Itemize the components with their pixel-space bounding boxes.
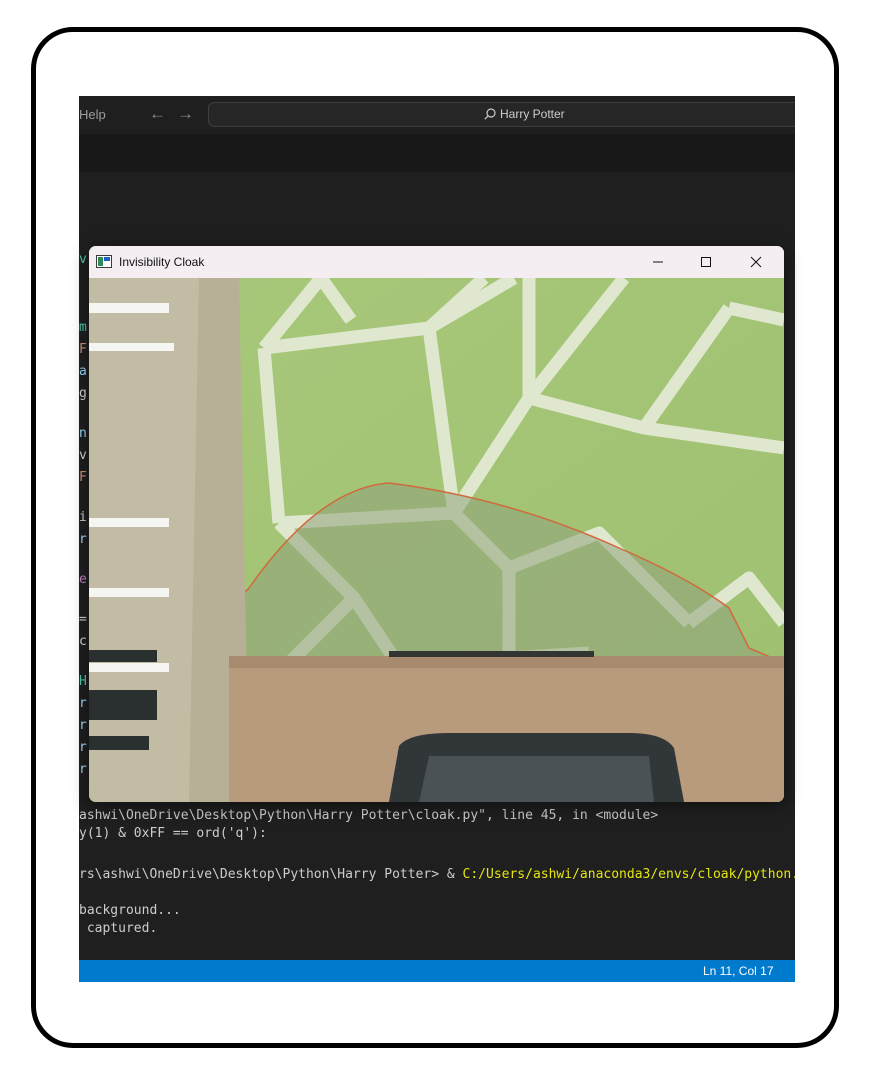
webcam-feed-image (89, 278, 784, 802)
terminal-command-path: C:/Users/ashwi/anaconda3/envs/cloak/pyth… (462, 867, 795, 882)
code-fragment: r (79, 696, 87, 711)
terminal-line: rs\ashwi\OneDrive\Desktop\Python\Harry P… (79, 867, 795, 882)
code-fragment: v (79, 448, 87, 463)
editor-tab-bar (79, 134, 795, 172)
code-fragment: a (79, 364, 87, 379)
terminal-line: ashwi\OneDrive\Desktop\Python\Harry Pott… (79, 808, 659, 823)
search-text: Harry Potter (500, 107, 565, 121)
search-icon (484, 108, 496, 120)
code-fragment: r (79, 718, 87, 733)
code-fragment: g (79, 386, 87, 401)
terminal-line: captured. (79, 921, 158, 936)
code-fragment: c (79, 634, 87, 649)
command-center-search[interactable]: Harry Potter (208, 102, 795, 127)
minimize-button[interactable] (635, 246, 681, 278)
minimize-icon (653, 261, 663, 263)
code-fragment: r (79, 762, 87, 777)
code-fragment: m (79, 320, 87, 335)
code-fragment: r (79, 532, 87, 547)
maximize-button[interactable] (683, 246, 729, 278)
code-fragment: = (79, 612, 87, 627)
code-fragment: e (79, 572, 87, 587)
cursor-position[interactable]: Ln 11, Col 17 (703, 964, 774, 978)
code-fragment: F (79, 470, 87, 485)
code-fragment: i (79, 510, 87, 525)
terminal-panel[interactable]: ashwi\OneDrive\Desktop\Python\Harry Pott… (79, 806, 795, 960)
arrow-left-icon[interactable]: ← (149, 104, 166, 124)
menu-help[interactable]: Help (79, 107, 106, 122)
terminal-prompt: rs\ashwi\OneDrive\Desktop\Python\Harry P… (79, 867, 463, 882)
code-fragment: n (79, 426, 87, 441)
vscode-titlebar: Help ← → Harry Potter (79, 96, 795, 134)
close-icon (750, 256, 762, 268)
close-button[interactable] (733, 246, 779, 278)
cv-window-titlebar[interactable]: Invisibility Cloak (89, 246, 784, 278)
maximize-icon (701, 257, 711, 267)
arrow-right-icon[interactable]: → (177, 104, 194, 124)
cv-window-title: Invisibility Cloak (119, 255, 205, 269)
code-fragment: F (79, 342, 87, 357)
status-bar: Ln 11, Col 17 (79, 960, 795, 982)
terminal-line: y(1) & 0xFF == ord('q'): (79, 826, 267, 841)
code-fragment: v (79, 252, 87, 267)
code-fragment: H (79, 674, 87, 689)
code-fragment: r (79, 740, 87, 755)
invisibility-cloak-window: Invisibility Cloak (89, 246, 784, 802)
opencv-window-icon (96, 255, 112, 268)
terminal-line: background... (79, 903, 181, 918)
